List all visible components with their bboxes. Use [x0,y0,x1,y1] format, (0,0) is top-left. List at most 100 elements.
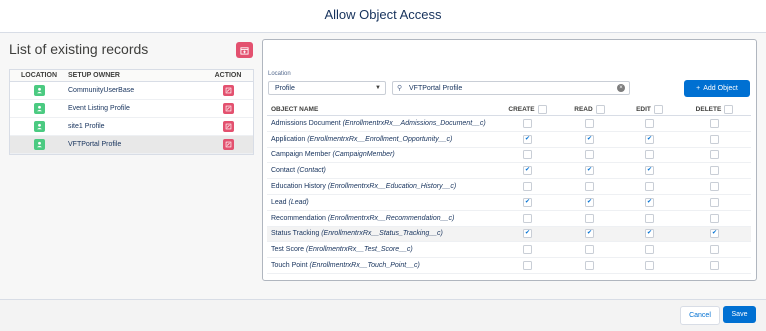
read-checkbox[interactable] [585,213,594,223]
delete-checkbox[interactable] [710,197,719,207]
create-checkbox[interactable]: ✔ [523,229,532,239]
create-checkbox[interactable]: ✔ [523,197,532,207]
records-table-row-selected[interactable]: VFTPortal Profile [10,136,253,154]
record-owner: VFTPortal Profile [68,141,122,148]
column-action: ACTION [214,72,242,79]
edit-checkbox[interactable] [645,261,654,271]
delete-checkbox[interactable] [710,182,719,192]
edit-checkbox[interactable]: ✔ [645,166,654,176]
create-checkbox[interactable]: ✔ [523,134,532,144]
object-api-name: (EnrollmentrxRx__Touch_Point__c) [309,262,420,270]
records-table-row[interactable]: Event Listing Profile [10,100,253,118]
delete-checkbox[interactable] [710,118,719,128]
modal-footer: Cancel Save [0,299,766,331]
delete-checkbox[interactable] [710,245,719,255]
edit-record-icon[interactable] [222,121,234,132]
delete-all-checkbox[interactable] [724,104,734,114]
delete-checkbox[interactable] [710,261,719,271]
modal-header: Allow Object Access [0,0,766,33]
object-api-name: (EnrollmentrxRx__Education_History__c) [327,183,457,191]
object-name: Application [271,135,306,143]
object-name: Test Score [271,246,305,254]
edit-record-icon[interactable] [222,85,234,96]
edit-checkbox[interactable] [645,118,654,128]
column-delete: DELETE [695,105,722,113]
read-checkbox[interactable]: ✔ [585,229,594,239]
object-api-name: (EnrollmentrxRx__Recommendation__c) [327,214,455,222]
location-label: Location [268,71,291,77]
read-checkbox[interactable] [585,261,594,271]
create-checkbox[interactable] [523,182,532,192]
read-checkbox[interactable]: ✔ [585,134,594,144]
object-api-name: (EnrollmentrxRx__Admissions_Document__c) [342,119,486,127]
column-read: READ [574,105,593,113]
column-location: LOCATION [20,72,58,79]
create-checkbox[interactable] [523,118,532,128]
modal-title: Allow Object Access [324,7,442,22]
edit-checkbox[interactable] [645,182,654,192]
delete-checkbox[interactable]: ✔ [710,229,719,239]
read-checkbox[interactable] [585,118,594,128]
permission-row-hovered: Status Tracking (EnrollmentrxRx__Status_… [267,226,751,243]
edit-checkbox[interactable] [645,213,654,223]
permissions-table-header: OBJECT NAME CREATE READ EDIT DELETE [267,103,751,116]
delete-checkbox[interactable] [710,150,719,160]
object-api-name: (EnrollmentrxRx__Status_Tracking__c) [321,230,443,238]
object-api-name: (EnrollmentrxRx__Test_Score__c) [306,246,413,254]
clear-icon[interactable]: × [617,84,625,92]
user-profile-icon [33,85,45,96]
object-name: Campaign Member [271,151,331,159]
records-table-row[interactable]: site1 Profile [10,118,253,136]
object-name: Lead [271,198,287,206]
record-owner: Event Listing Profile [68,105,130,112]
object-name: Admissions Document [271,119,341,127]
add-record-button[interactable] [236,42,253,58]
edit-checkbox[interactable]: ✔ [645,197,654,207]
read-checkbox[interactable] [585,182,594,192]
read-checkbox[interactable] [585,245,594,255]
permission-row: Recommendation (EnrollmentrxRx__Recommen… [267,211,751,227]
delete-checkbox[interactable] [710,213,719,223]
cancel-button[interactable]: Cancel [680,306,720,325]
record-owner: CommunityUserBase [68,87,135,94]
create-checkbox[interactable] [523,261,532,271]
object-name: Touch Point [271,262,308,270]
edit-all-checkbox[interactable] [653,104,663,114]
column-create: CREATE [508,105,535,113]
delete-checkbox[interactable] [710,134,719,144]
create-all-checkbox[interactable] [537,104,547,114]
object-api-name: (EnrollmentrxRx__Enrollment_Opportunity_… [307,135,453,143]
edit-checkbox[interactable] [645,150,654,160]
user-profile-icon [33,139,45,150]
create-checkbox[interactable] [523,150,532,160]
read-checkbox[interactable]: ✔ [585,197,594,207]
read-checkbox[interactable]: ✔ [585,166,594,176]
read-all-checkbox[interactable] [595,104,605,114]
create-checkbox[interactable]: ✔ [523,166,532,176]
edit-record-icon[interactable] [222,103,234,114]
edit-record-icon[interactable] [222,139,234,150]
create-checkbox[interactable] [523,245,532,255]
object-name: Status Tracking [271,230,320,238]
object-name: Recommendation [271,214,326,222]
permission-row: Contact (Contact) ✔ ✔ ✔ [267,163,751,180]
edit-checkbox[interactable]: ✔ [645,134,654,144]
location-select[interactable]: Profile ▼ [268,81,386,95]
edit-checkbox[interactable]: ✔ [645,229,654,239]
delete-checkbox[interactable] [710,166,719,176]
read-checkbox[interactable] [585,150,594,160]
profile-search-input[interactable]: ⚲ VFTPortal Profile × [392,81,630,95]
profile-search-value: VFTPortal Profile [409,84,463,92]
permission-row: Application (EnrollmentrxRx__Enrollment_… [267,132,751,148]
records-table-header: LOCATION SETUP OWNER ACTION [10,70,253,82]
add-object-button[interactable]: + Add Object [684,80,750,97]
save-button[interactable]: Save [723,306,756,323]
user-profile-icon [33,121,45,132]
create-checkbox[interactable] [523,213,532,223]
permission-row: Touch Point (EnrollmentrxRx__Touch_Point… [267,258,751,274]
records-table-row[interactable]: CommunityUserBase [10,82,253,100]
edit-checkbox[interactable] [645,245,654,255]
column-object-name: OBJECT NAME [271,105,319,113]
permission-row: Admissions Document (EnrollmentrxRx__Adm… [267,116,751,132]
records-table: LOCATION SETUP OWNER ACTION CommunityUse… [9,69,254,155]
